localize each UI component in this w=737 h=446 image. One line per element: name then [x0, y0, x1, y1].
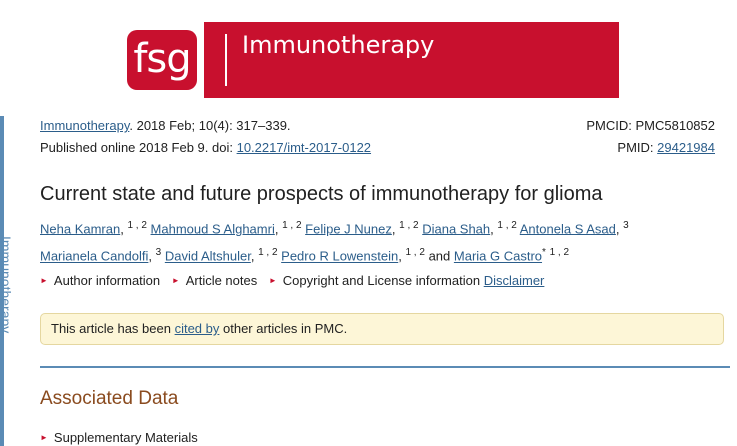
author-link[interactable]: Diana Shah	[422, 221, 490, 236]
triangle-right-icon: ►	[40, 433, 48, 442]
author-link[interactable]: Marianela Candolfi	[40, 249, 148, 264]
author-affiliation[interactable]: 3	[156, 247, 162, 258]
author-list: Neha Kamran, 1 , 2 Mahmoud S Alghamri, 1…	[40, 220, 629, 264]
cited-by-link[interactable]: cited by	[175, 321, 220, 336]
notice-suffix: other articles in PMC.	[219, 321, 348, 336]
authors-and: and	[428, 248, 451, 264]
disclaimer-link[interactable]: Disclaimer	[484, 273, 545, 288]
supplementary-materials-item: ► Supplementary Materials	[40, 430, 198, 445]
author-link[interactable]: Felipe J Nunez	[305, 221, 392, 236]
sidebar-journal-label[interactable]: Immunotherapy	[0, 236, 14, 333]
author-information-toggle[interactable]: Author information	[54, 273, 160, 288]
article-notes-toggle[interactable]: Article notes	[186, 273, 258, 288]
published-line: Published online 2018 Feb 9. doi: 10.221…	[40, 140, 371, 155]
author-link[interactable]: Neha Kamran	[40, 221, 120, 236]
author-link[interactable]: David Altshuler	[165, 249, 251, 264]
pmid-link[interactable]: 29421984	[657, 140, 715, 155]
author-link[interactable]: Mahmoud S Alghamri	[151, 221, 275, 236]
section-divider	[40, 366, 730, 368]
fsg-logo: fsg	[127, 30, 197, 90]
triangle-right-icon: ►	[40, 276, 48, 285]
journal-banner[interactable]: fsg Immunotherapy	[127, 22, 619, 98]
author-affiliation[interactable]: 1 , 2	[399, 220, 418, 231]
triangle-right-icon: ►	[268, 276, 277, 285]
author-link[interactable]: Pedro R Lowenstein	[281, 249, 398, 264]
associated-data-heading: Associated Data	[40, 388, 179, 409]
author-affiliation[interactable]: 1 , 2	[550, 247, 569, 258]
pmid-label: PMID:	[617, 140, 658, 155]
citation-details: . 2018 Feb; 10(4): 317–339.	[129, 118, 291, 133]
published-text: Published online 2018 Feb 9. doi:	[40, 140, 237, 155]
supplementary-materials-toggle[interactable]: Supplementary Materials	[54, 430, 198, 445]
author-affiliation[interactable]: 1 , 2	[258, 247, 277, 258]
author-affiliation[interactable]: 1 , 2	[405, 247, 424, 258]
author-link[interactable]: Maria G Castro	[454, 249, 542, 264]
author-link[interactable]: Antonela S Asad	[520, 221, 616, 236]
banner-separator	[225, 34, 227, 86]
cited-by-notice: This article has been cited by other art…	[40, 313, 724, 345]
copyright-toggle[interactable]: Copyright and License information	[283, 273, 480, 288]
doi-link[interactable]: 10.2217/imt-2017-0122	[237, 140, 371, 155]
pmid-line: PMID: 29421984	[617, 140, 715, 155]
author-affiliation[interactable]: 1 , 2	[127, 220, 146, 231]
notice-prefix: This article has been	[51, 321, 175, 336]
corresponding-star[interactable]: *	[542, 247, 546, 258]
article-title: Current state and future prospects of im…	[40, 183, 603, 205]
author-affiliation[interactable]: 1 , 2	[497, 220, 516, 231]
citation-line: Immunotherapy. 2018 Feb; 10(4): 317–339.	[40, 118, 291, 133]
banner-journal-name: Immunotherapy	[242, 31, 435, 59]
pmcid-text: PMCID: PMC5810852	[586, 118, 715, 133]
triangle-right-icon: ►	[171, 276, 180, 285]
author-affiliation[interactable]: 1 , 2	[282, 220, 301, 231]
article-meta-links: ► Author information ► Article notes ► Copy…	[40, 273, 544, 288]
journal-link[interactable]: Immunotherapy	[40, 118, 129, 133]
journal-title-bar: Immunotherapy	[204, 22, 619, 98]
author-affiliation[interactable]: 3	[623, 220, 629, 231]
